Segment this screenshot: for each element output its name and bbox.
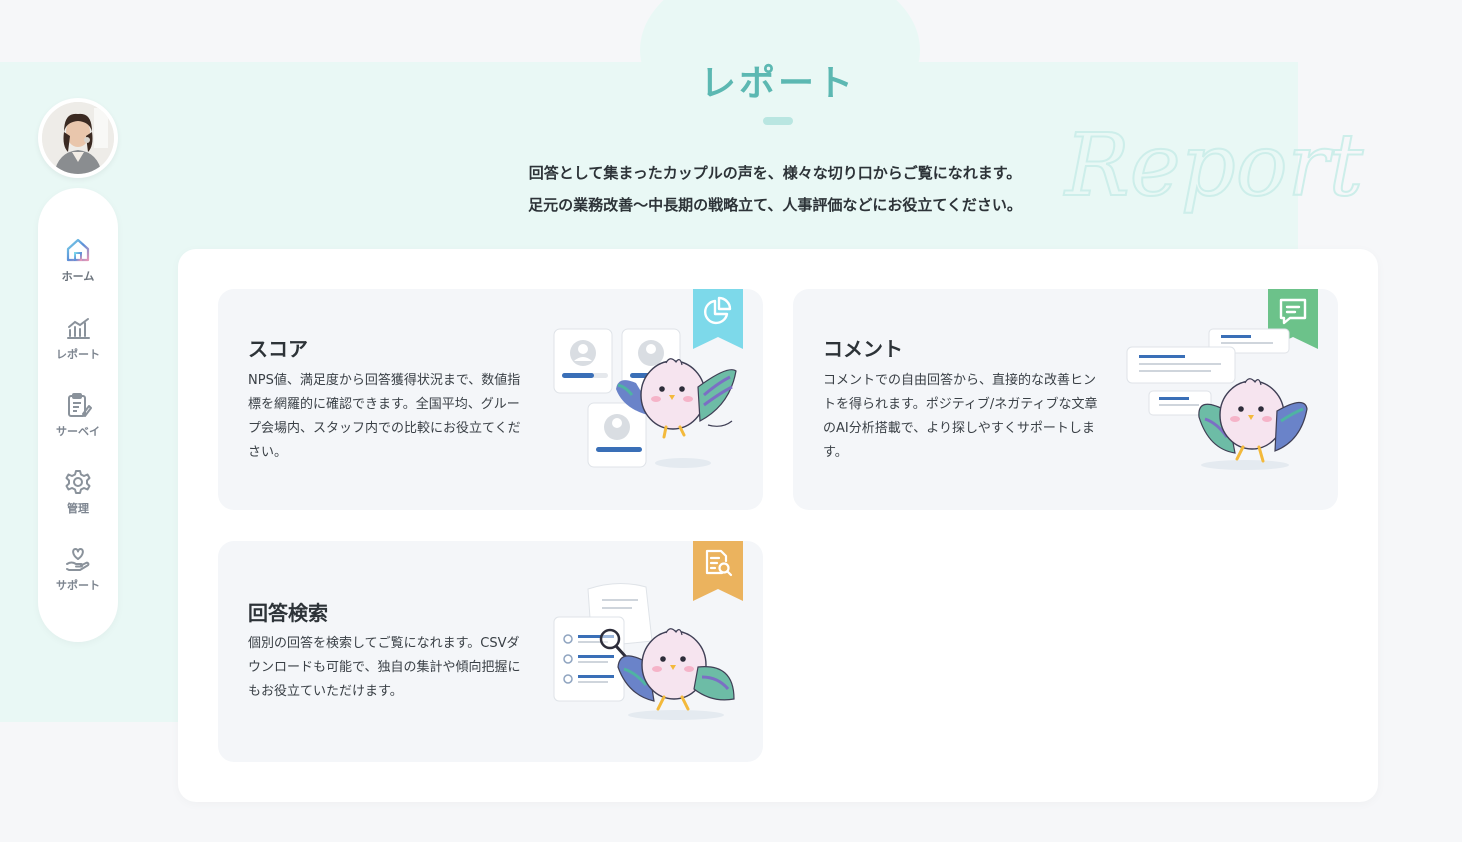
score-card[interactable]: スコア NPS値、満足度から回答獲得状況まで、数値指標を網羅的に確認できます。全…: [218, 289, 763, 510]
page-description-line2: 足元の業務改善～中長期の戦略立て、人事評価などにお役立てください。: [528, 196, 1022, 214]
card-title: コメント: [823, 337, 903, 361]
sidebar-item-label: サポート: [56, 579, 100, 592]
sidebar-item-home[interactable]: ホーム: [38, 236, 118, 302]
comment-illustration: [1126, 328, 1308, 470]
comment-card[interactable]: コメント コメントでの自由回答から、直接的な改善ヒントを得られます。ポジティブ/…: [793, 289, 1338, 510]
answer-search-card[interactable]: 回答検索 個別の回答を検索してご覧になれます。CSVダウンロードも可能で、独自の…: [218, 541, 763, 762]
user-avatar[interactable]: [38, 98, 118, 178]
sidebar-item-label: ホーム: [61, 270, 95, 283]
page-description-line1: 回答として集まったカップルの声を、様々な切り口からご覧になれます。: [528, 164, 1022, 182]
avatar-photo: [42, 102, 114, 174]
sidebar: ホーム レポート サーベイ 管理 サポート: [38, 188, 118, 642]
sidebar-item-label: レポート: [56, 348, 100, 361]
score-illustration: [553, 328, 737, 468]
card-description: 個別の回答を検索してご覧になれます。CSVダウンロードも可能で、独自の集計や傾向…: [248, 636, 521, 699]
heart-hand-icon: [66, 548, 90, 571]
card-description: コメントでの自由回答から、直接的な改善ヒントを得られます。ポジティブ/ネガティブ…: [823, 373, 1098, 460]
sidebar-item-support[interactable]: サポート: [38, 545, 118, 611]
sidebar-item-report[interactable]: レポート: [38, 314, 118, 380]
sidebar-item-label: 管理: [67, 502, 89, 515]
title-underline: [763, 117, 793, 125]
gear-icon: [65, 470, 91, 494]
card-description: NPS値、満足度から回答獲得状況まで、数値指標を網羅的に確認できます。全国平均、…: [248, 373, 521, 460]
answer-search-illustration: [553, 583, 735, 720]
sidebar-item-admin[interactable]: 管理: [38, 468, 118, 534]
chart-icon: [67, 318, 90, 339]
card-title: 回答検索: [248, 601, 328, 625]
home-icon: [66, 238, 90, 262]
clipboard-icon: [68, 393, 92, 417]
card-title: スコア: [248, 337, 308, 361]
sidebar-item-survey[interactable]: サーベイ: [38, 391, 118, 457]
sidebar-item-label: サーベイ: [56, 425, 100, 438]
report-panel: スコア NPS値、満足度から回答獲得状況まで、数値指標を網羅的に確認できます。全…: [178, 249, 1378, 802]
page-title: レポート: [699, 63, 856, 104]
